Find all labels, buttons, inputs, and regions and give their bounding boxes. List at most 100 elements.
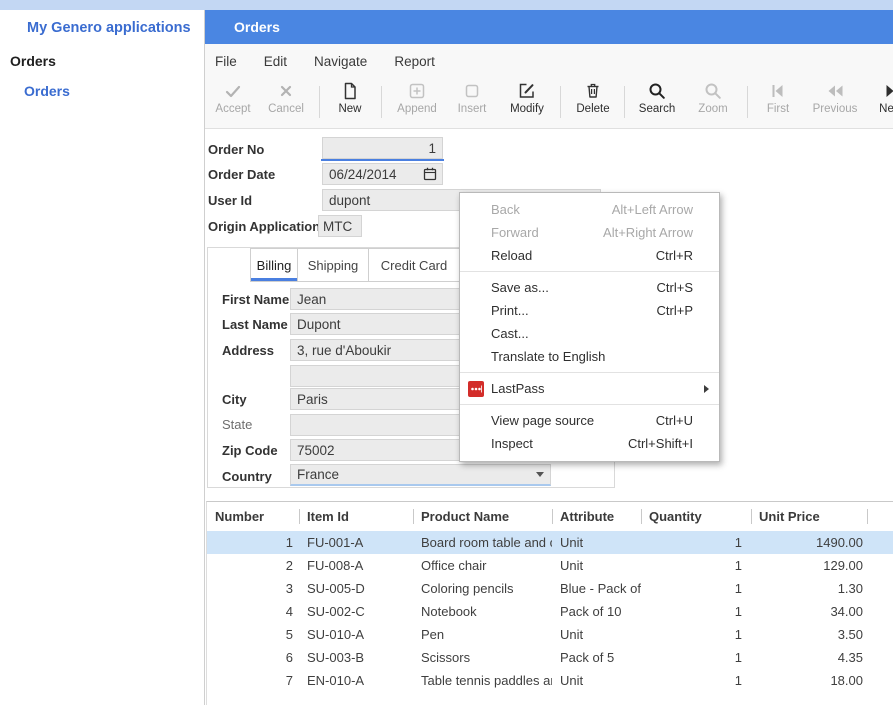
column-header-number[interactable]: Number — [207, 502, 299, 531]
country-label: Country — [222, 469, 272, 484]
cell-attribute: Unit — [552, 673, 641, 688]
accept-button[interactable]: Accept — [207, 80, 259, 126]
calendar-icon[interactable] — [422, 166, 438, 187]
cell-quantity: 1 — [641, 650, 751, 665]
context-menu-separator — [460, 271, 719, 272]
toolbar-separator — [381, 86, 382, 118]
order-lines-table: Number Item Id Product Name Attribute Qu… — [206, 501, 893, 705]
cell-item-id: SU-002-C — [299, 604, 413, 619]
menu-file[interactable]: File — [215, 54, 237, 69]
modify-button[interactable]: Modify — [499, 80, 555, 126]
zoom-button[interactable]: Zoom — [685, 80, 741, 126]
first-button[interactable]: First — [750, 80, 806, 126]
first-name-label: First Name — [222, 292, 289, 307]
cell-product-name: Notebook — [413, 604, 552, 619]
tab-billing[interactable]: Billing — [250, 248, 298, 282]
menu-navigate[interactable]: Navigate — [314, 54, 367, 69]
table-row[interactable]: 4 SU-002-C Notebook Pack of 10 1 34.00 — [207, 600, 893, 623]
shortcut: Ctrl+S — [657, 280, 709, 295]
square-icon — [462, 80, 482, 102]
cell-number: 7 — [207, 673, 299, 688]
column-header-item-id[interactable]: Item Id — [299, 502, 413, 531]
cell-quantity: 1 — [641, 558, 751, 573]
table-row[interactable]: 6 SU-003-B Scissors Pack of 5 1 4.35 — [207, 646, 893, 669]
sidebar-group-orders: Orders — [10, 53, 56, 69]
cell-quantity: 1 — [641, 581, 751, 596]
cell-number: 1 — [207, 535, 299, 550]
cell-quantity: 1 — [641, 535, 751, 550]
address-label: Address — [222, 343, 274, 358]
shortcut: Ctrl+P — [657, 303, 709, 318]
cell-product-name: Office chair — [413, 558, 552, 573]
shortcut: Ctrl+R — [656, 248, 709, 263]
sidebar-header: My Genero applications — [27, 20, 191, 36]
origin-application-field[interactable] — [318, 215, 362, 237]
app-root: { "colors": { "titlebar_blue": "#4a86e2"… — [0, 0, 893, 705]
cell-unit-price: 34.00 — [751, 604, 867, 619]
plus-square-icon — [407, 80, 427, 102]
cell-attribute: Unit — [552, 535, 641, 550]
browser-context-menu: Back Alt+Left Arrow Forward Alt+Right Ar… — [459, 192, 720, 462]
order-no-field[interactable] — [322, 137, 443, 159]
document-icon — [340, 80, 360, 102]
previous-button[interactable]: Previous — [807, 80, 863, 126]
menu-report[interactable]: Report — [394, 54, 435, 69]
column-header-spacer — [867, 502, 893, 531]
shortcut: Ctrl+Shift+I — [628, 436, 709, 451]
context-menu-item-translate[interactable]: Translate to English — [460, 345, 719, 368]
toolbar-separator — [560, 86, 561, 118]
shortcut: Alt+Right Arrow — [603, 225, 709, 240]
trash-icon — [583, 80, 603, 102]
cell-item-id: EN-010-A — [299, 673, 413, 688]
order-no-label: Order No — [208, 142, 264, 157]
magnifier-icon — [647, 80, 667, 102]
table-row[interactable]: 3 SU-005-D Coloring pencils Blue - Pack … — [207, 577, 893, 600]
cell-quantity: 1 — [641, 604, 751, 619]
append-button[interactable]: Append — [389, 80, 445, 126]
zip-code-label: Zip Code — [222, 443, 278, 458]
context-menu-item-cast[interactable]: Cast... — [460, 322, 719, 345]
context-menu-item-reload[interactable]: Reload Ctrl+R — [460, 244, 719, 267]
new-button[interactable]: New — [322, 80, 378, 126]
cell-attribute: Blue - Pack of 1 — [552, 581, 641, 596]
table-row[interactable]: 7 EN-010-A Table tennis paddles and Unit… — [207, 669, 893, 692]
context-menu-item-print[interactable]: Print... Ctrl+P — [460, 299, 719, 322]
search-button[interactable]: Search — [629, 80, 685, 126]
context-menu-item-lastpass[interactable]: LastPass — [460, 377, 719, 400]
cell-unit-price: 1490.00 — [751, 535, 867, 550]
table-row[interactable]: 5 SU-010-A Pen Unit 1 3.50 — [207, 623, 893, 646]
delete-button[interactable]: Delete — [565, 80, 621, 126]
cell-attribute: Unit — [552, 558, 641, 573]
table-row[interactable]: 2 FU-008-A Office chair Unit 1 129.00 — [207, 554, 893, 577]
column-header-unit-price[interactable]: Unit Price — [751, 502, 867, 531]
column-header-quantity[interactable]: Quantity — [641, 502, 751, 531]
context-menu-item-save-as[interactable]: Save as... Ctrl+S — [460, 276, 719, 299]
tab-shipping[interactable]: Shipping — [297, 248, 369, 282]
shortcut: Alt+Left Arrow — [612, 202, 709, 217]
next-icon — [881, 80, 893, 102]
submenu-arrow-icon — [704, 385, 709, 393]
sidebar-item-orders[interactable]: Orders — [24, 83, 70, 99]
cell-item-id: SU-005-D — [299, 581, 413, 596]
cell-product-name: Scissors — [413, 650, 552, 665]
table-header-row: Number Item Id Product Name Attribute Qu… — [207, 502, 893, 531]
lastpass-icon — [468, 381, 484, 397]
country-dropdown[interactable]: France — [290, 464, 551, 486]
last-name-label: Last Name — [222, 317, 288, 332]
cell-product-name: Coloring pencils — [413, 581, 552, 596]
cell-number: 5 — [207, 627, 299, 642]
context-menu-item-inspect[interactable]: Inspect Ctrl+Shift+I — [460, 432, 719, 455]
context-menu-item-view-source[interactable]: View page source Ctrl+U — [460, 409, 719, 432]
next-button[interactable]: Next — [863, 80, 893, 126]
country-value: France — [297, 467, 339, 482]
cell-unit-price: 129.00 — [751, 558, 867, 573]
insert-button[interactable]: Insert — [444, 80, 500, 126]
tab-credit-card[interactable]: Credit Card — [368, 248, 460, 282]
cell-attribute: Pack of 5 — [552, 650, 641, 665]
table-row[interactable]: 1 FU-001-A Board room table and ch Unit … — [207, 531, 893, 554]
cancel-button[interactable]: Cancel — [259, 80, 313, 126]
menu-edit[interactable]: Edit — [264, 54, 287, 69]
edit-icon — [517, 80, 537, 102]
column-header-attribute[interactable]: Attribute — [552, 502, 641, 531]
column-header-product[interactable]: Product Name — [413, 502, 552, 531]
